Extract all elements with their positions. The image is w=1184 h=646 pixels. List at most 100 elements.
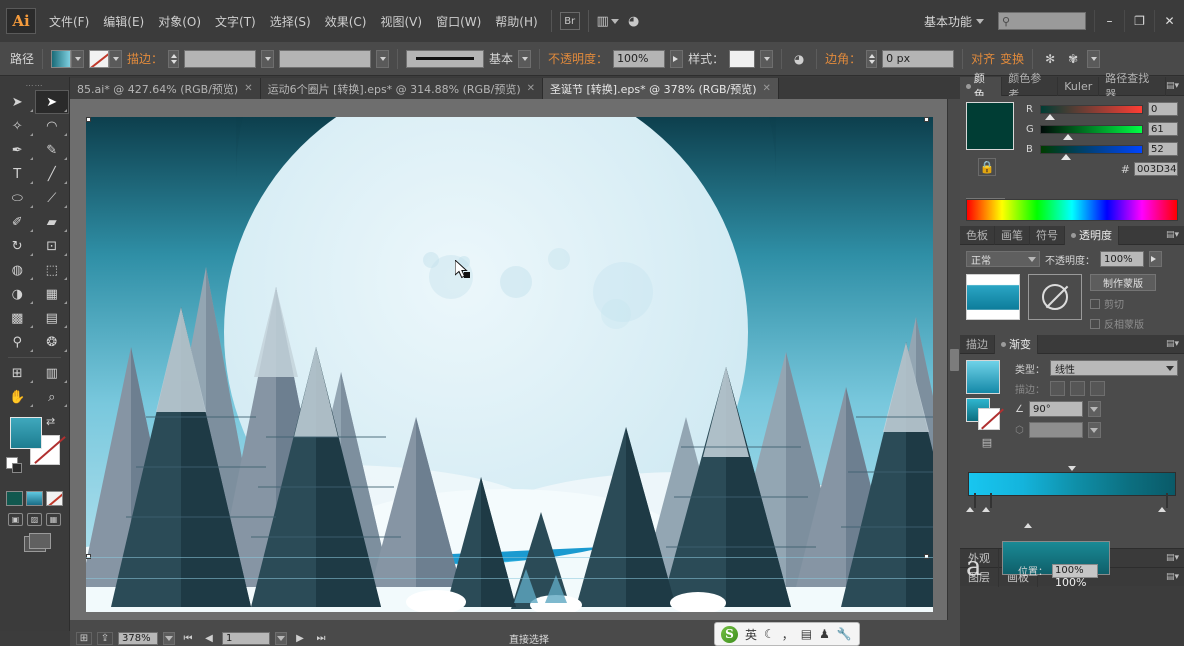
hex-value-field[interactable]: 003D34: [1134, 162, 1178, 176]
last-page-icon[interactable]: ⏭: [313, 632, 329, 645]
gradient-stop-1[interactable]: [982, 493, 992, 512]
menu-item-edit[interactable]: 编辑(E): [96, 9, 151, 34]
more-options-icon[interactable]: ✾: [1064, 50, 1082, 68]
scrollbar-thumb[interactable]: [950, 349, 959, 371]
tools-panel-handle[interactable]: ⋯⋯: [0, 81, 69, 90]
style-dropdown-icon[interactable]: [760, 49, 774, 68]
magic-wand-tool[interactable]: ✧: [0, 114, 35, 138]
menu-item-effect[interactable]: 效果(C): [318, 9, 374, 34]
menu-item-file[interactable]: 文件(F): [42, 9, 96, 34]
eyedropper-tool[interactable]: ⚲: [0, 330, 35, 354]
gradient-tool[interactable]: ▤: [35, 306, 70, 330]
stroke-control[interactable]: [89, 49, 123, 68]
sogou-logo-icon[interactable]: S: [721, 625, 738, 643]
stroke-weight-stepper[interactable]: [168, 49, 180, 68]
type-tool[interactable]: T: [0, 162, 35, 186]
selection-tool[interactable]: ➤: [0, 90, 35, 114]
transform-label[interactable]: 变换: [1000, 50, 1024, 67]
slider-track-g[interactable]: [1040, 124, 1143, 140]
recolor-artwork-icon[interactable]: ◕: [790, 50, 808, 68]
gradient-mode-icon[interactable]: [26, 491, 43, 506]
tab-swatches[interactable]: 色板: [960, 225, 995, 245]
channel-value-r[interactable]: 0: [1148, 102, 1178, 116]
canvas-vertical-scrollbar[interactable]: [947, 99, 960, 631]
window-close-button[interactable]: ✕: [1154, 10, 1184, 32]
br-icon[interactable]: Br: [559, 12, 580, 30]
canvas-area[interactable]: [70, 99, 960, 631]
tab-color[interactable]: 颜色: [960, 72, 1003, 101]
adobe-stock-icon[interactable]: ◕: [623, 11, 645, 31]
ellipse-tool[interactable]: ⬭: [0, 186, 35, 210]
stroke-gradient-across-icon[interactable]: [1090, 381, 1105, 396]
hand-tool[interactable]: ✋: [0, 385, 35, 409]
lock-icon[interactable]: 🔒: [978, 158, 996, 176]
active-color-swatch[interactable]: [966, 102, 1014, 150]
gradient-midpoint-marker[interactable]: [1068, 466, 1076, 473]
panel-menu-icon[interactable]: ▤▾: [1166, 339, 1184, 349]
corner-label[interactable]: 边角：: [825, 50, 861, 67]
screen-mode-button[interactable]: [0, 533, 69, 552]
zoom-dropdown-icon[interactable]: [163, 632, 175, 645]
stroke-gradient-along-icon[interactable]: [1070, 381, 1085, 396]
stroke-profile-field[interactable]: [279, 49, 372, 68]
pencil-tool[interactable]: ✐: [0, 210, 35, 234]
stroke-weight-label[interactable]: 描边：: [127, 50, 163, 67]
menu-item-help[interactable]: 帮助(H): [488, 9, 544, 34]
stroke-profile-dropdown-icon[interactable]: [376, 49, 390, 68]
transparency-opacity-dropdown-icon[interactable]: [1149, 251, 1162, 267]
tab-kuler[interactable]: Kuler: [1058, 76, 1100, 96]
zoom-level-field[interactable]: 378%: [118, 632, 158, 645]
curvature-tool[interactable]: ✎: [35, 138, 70, 162]
window-minimize-button[interactable]: –: [1094, 10, 1124, 32]
none-mode-icon[interactable]: [46, 491, 63, 506]
artboard[interactable]: [86, 117, 933, 612]
gradient-ramp[interactable]: [968, 472, 1176, 496]
color-mode-icon[interactable]: [6, 491, 23, 506]
selection-handle-tl[interactable]: [86, 117, 91, 122]
opacity-label[interactable]: 不透明度：: [548, 50, 608, 67]
menu-item-window[interactable]: 窗口(W): [429, 9, 488, 34]
blend-tool[interactable]: ❂: [35, 330, 70, 354]
soft-keyboard-icon[interactable]: ▤: [801, 627, 812, 641]
corner-stepper[interactable]: [866, 49, 878, 68]
arrange-documents-icon[interactable]: ▥: [597, 11, 619, 31]
brush-preview[interactable]: [406, 49, 485, 68]
stroke-swatch[interactable]: [89, 49, 110, 68]
page-number-field[interactable]: 1: [222, 632, 270, 645]
tab-gradient[interactable]: 渐变: [995, 334, 1038, 354]
column-graph-tool[interactable]: ▦: [35, 282, 70, 306]
moon-icon[interactable]: ☾: [764, 627, 775, 641]
transparency-opacity-field[interactable]: 100%: [1100, 251, 1144, 267]
object-thumbnail[interactable]: [966, 274, 1020, 320]
swap-fill-stroke-icon[interactable]: ⇄: [46, 415, 55, 428]
channel-value-g[interactable]: 61: [1148, 122, 1178, 136]
menu-item-select[interactable]: 选择(S): [263, 9, 318, 34]
window-restore-button[interactable]: ❐: [1124, 10, 1154, 32]
document-tab-1[interactable]: 85.ai* @ 427.64% (RGB/预览) ✕: [70, 78, 261, 99]
stroke-gradient-within-icon[interactable]: [1050, 381, 1065, 396]
make-mask-button[interactable]: 制作蒙版: [1090, 274, 1156, 291]
fill-control[interactable]: [51, 49, 85, 68]
slider-track-b[interactable]: [1040, 144, 1143, 160]
selection-handle-tr[interactable]: [924, 117, 929, 122]
panel-menu-icon[interactable]: ▤▾: [1166, 81, 1184, 91]
page-dropdown-icon[interactable]: [275, 632, 287, 645]
draw-behind-icon[interactable]: ▨: [27, 513, 42, 526]
gradient-angle-field[interactable]: 90°: [1028, 401, 1083, 417]
close-icon[interactable]: ✕: [527, 83, 535, 94]
tab-color-guide[interactable]: 颜色参考: [1002, 72, 1059, 101]
menu-item-object[interactable]: 对象(O): [151, 9, 208, 34]
close-icon[interactable]: ✕: [763, 83, 771, 94]
share-icon[interactable]: ⇪: [97, 632, 113, 645]
width-tool[interactable]: ◍: [0, 258, 35, 282]
line-segment-tool[interactable]: ╱: [35, 162, 70, 186]
angle-dropdown-icon[interactable]: [1087, 401, 1101, 417]
opacity-dropdown-icon[interactable]: [670, 49, 684, 68]
wrench-icon[interactable]: 🔧: [837, 627, 852, 641]
shape-builder-tool[interactable]: ◑: [0, 282, 35, 306]
scale-tool[interactable]: ⊡: [35, 234, 70, 258]
slice-tool[interactable]: ▥: [35, 361, 70, 385]
gradient-history-icon[interactable]: ▤: [966, 436, 1008, 449]
zoom-tool[interactable]: ⌕: [35, 385, 70, 409]
ime-mode-toggle[interactable]: 英: [745, 626, 757, 643]
